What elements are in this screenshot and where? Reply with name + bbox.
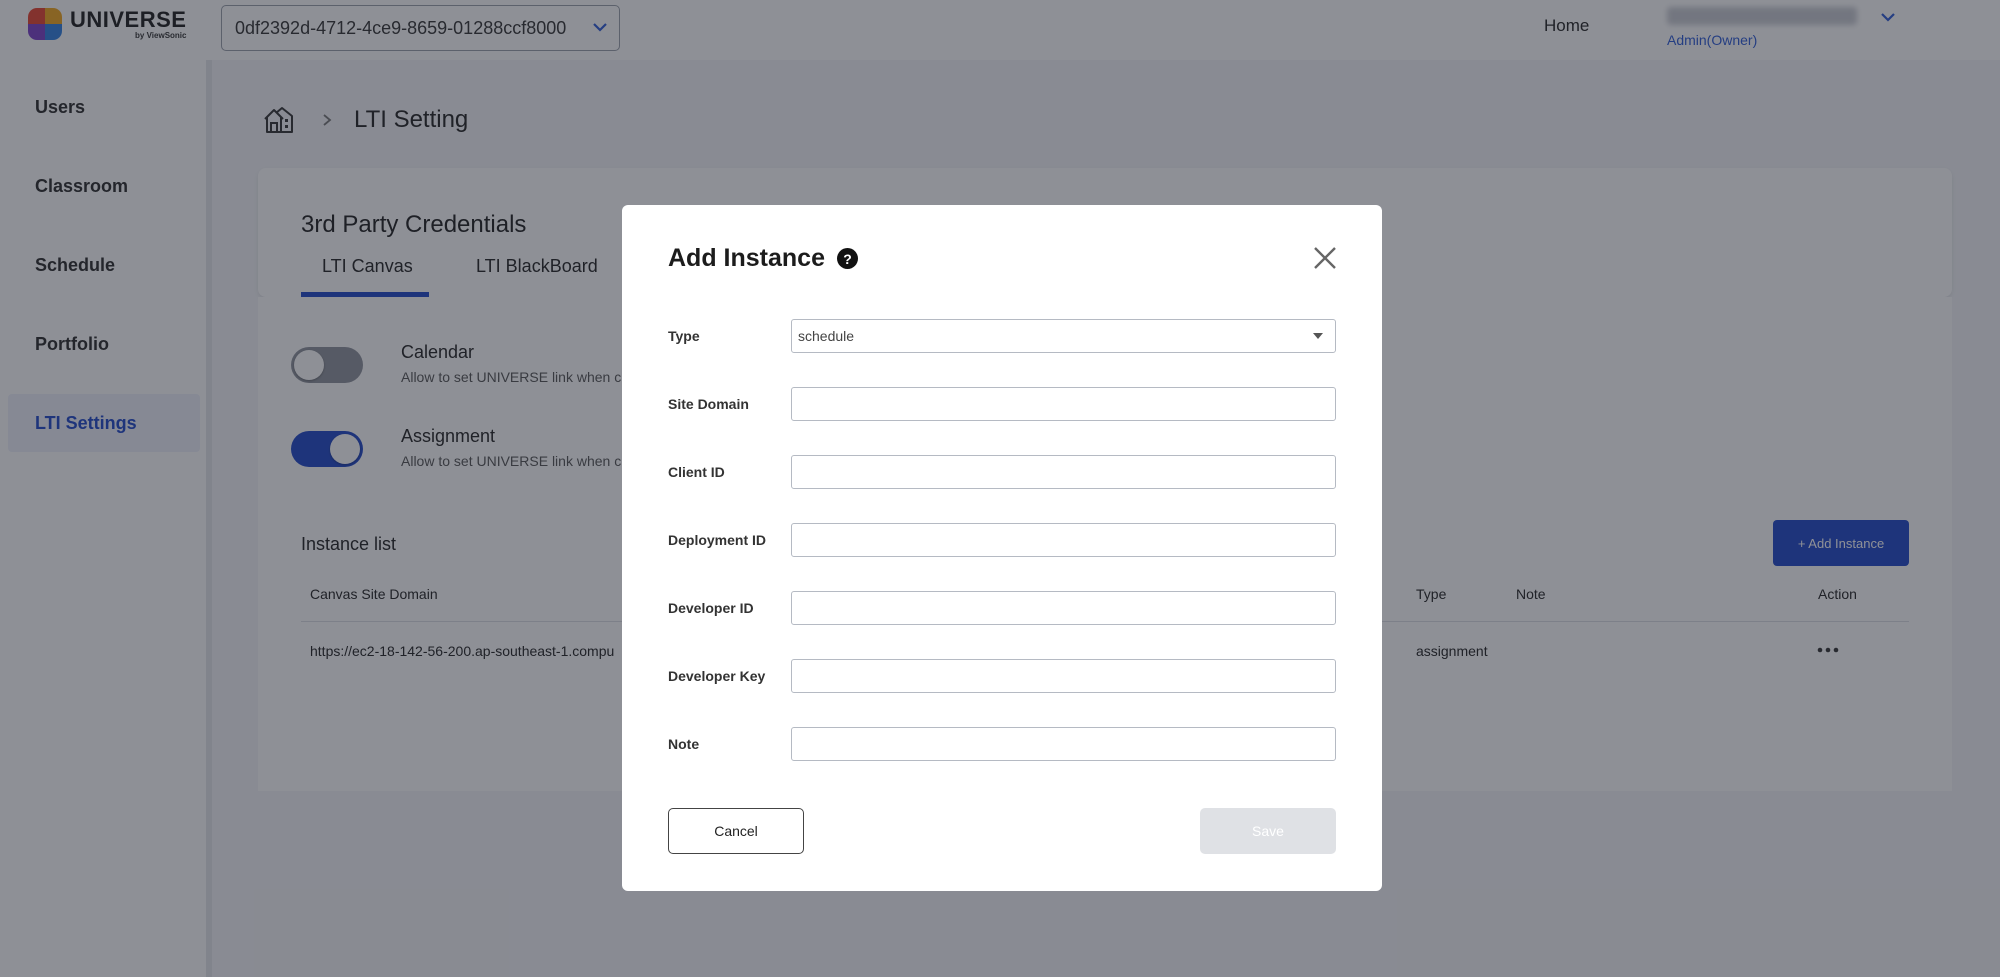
add-instance-dialog: Add Instance ? Type schedule Site Domain… bbox=[622, 205, 1382, 891]
deployment-id-label: Deployment ID bbox=[668, 532, 767, 548]
note-input[interactable] bbox=[791, 727, 1336, 761]
close-icon[interactable] bbox=[1312, 245, 1338, 271]
caret-down-icon bbox=[1313, 333, 1323, 339]
site-domain-input[interactable] bbox=[791, 387, 1336, 421]
developer-key-input[interactable] bbox=[791, 659, 1336, 693]
developer-key-label: Developer Key bbox=[668, 668, 766, 684]
developer-id-label: Developer ID bbox=[668, 600, 754, 616]
save-button[interactable]: Save bbox=[1200, 808, 1336, 854]
note-label: Note bbox=[668, 736, 700, 752]
site-domain-label: Site Domain bbox=[668, 396, 749, 412]
client-id-label: Client ID bbox=[668, 464, 725, 480]
developer-id-input[interactable] bbox=[791, 591, 1336, 625]
type-value: schedule bbox=[798, 328, 855, 344]
deployment-id-input[interactable] bbox=[791, 523, 1336, 557]
type-select[interactable]: schedule bbox=[791, 319, 1336, 353]
cancel-button[interactable]: Cancel bbox=[668, 808, 804, 854]
type-label: Type bbox=[668, 328, 700, 344]
client-id-input[interactable] bbox=[791, 455, 1336, 489]
help-icon[interactable]: ? bbox=[836, 248, 858, 269]
dialog-title: Add Instance bbox=[668, 244, 825, 272]
